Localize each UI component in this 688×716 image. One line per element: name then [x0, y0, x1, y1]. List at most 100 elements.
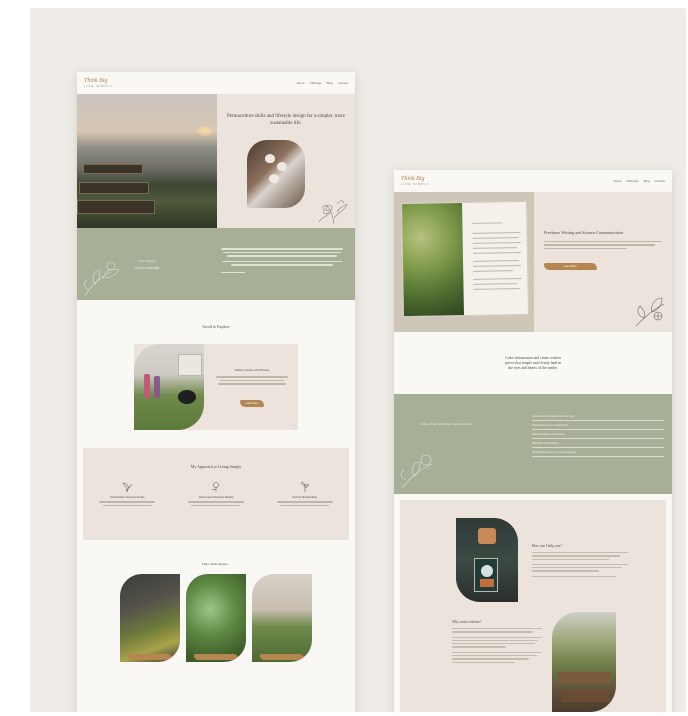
read-more-button[interactable] [260, 654, 304, 660]
body-text-line [452, 628, 542, 630]
caravan [178, 354, 202, 376]
nav-item-blog[interactable]: Blog [644, 179, 650, 183]
body-text-line [452, 639, 539, 642]
garden-bed [79, 182, 149, 194]
body-text-line [220, 379, 284, 381]
book-photo-page [402, 203, 464, 317]
leaf-sketch-icon [122, 482, 133, 493]
approach-columns: Permaculture Lifestyle Design Values-bas… [83, 481, 349, 508]
logo-tagline: LIVE SIMPLY [401, 182, 431, 186]
blog-cards [77, 574, 355, 662]
read-more-button[interactable] [128, 654, 172, 660]
nav-item-blog[interactable]: Blog [327, 81, 333, 85]
industries-kicker: Some of the industries I specialise in: [420, 422, 473, 426]
body-text-line [230, 264, 334, 266]
body-text-line [221, 248, 343, 250]
approach-col: Values-based Decision Making [181, 481, 251, 508]
body-text-line [452, 631, 533, 633]
approach-section: My Approach to Living Simply Permacultur… [83, 448, 349, 540]
blog-card-photo[interactable] [252, 574, 312, 662]
industries-band: Some of the industries I specialise in: … [394, 394, 672, 494]
explore-title: Scroll to Explore [202, 324, 230, 329]
course-photo [134, 344, 204, 430]
body-text-line [187, 501, 244, 503]
intro-value: Choose enough [134, 264, 160, 270]
body-text-line [216, 376, 288, 378]
tarot-card [474, 558, 498, 592]
dig-deeper-section: Dig a little deeper... [77, 540, 355, 662]
intro-band: Live Simply Choose enough [77, 228, 355, 300]
hero-photo-garden-beds [77, 94, 217, 228]
garlic-photo [247, 140, 305, 208]
site-header: Think Big LIVE SIMPLY About Offerings Bl… [394, 170, 672, 192]
mission-statement: I take information and create written pi… [394, 332, 672, 394]
why-text: Why work with me? [452, 620, 542, 665]
flower-sketch-icon [211, 482, 219, 492]
help-text: How can I help you? [532, 544, 628, 579]
book-text-line [473, 288, 520, 291]
hero-section: Freelance Writing and Science Communicat… [394, 192, 672, 332]
industries-list: Agriculture and regenerative farming Per… [524, 394, 672, 494]
book-text-line [473, 278, 522, 281]
botanical-illustration-icon [318, 200, 348, 225]
book-text-line [472, 222, 503, 225]
hero-text-panel: Permaculture skills and lifestyle design… [217, 94, 355, 228]
book-text-line [472, 247, 517, 250]
nav-item-offerings[interactable]: Offerings [627, 179, 639, 183]
body-text-line [532, 552, 628, 554]
book-text-line [473, 260, 520, 263]
body-text-line [223, 251, 341, 253]
body-text-line [191, 504, 241, 506]
site-nav: About Offerings Blog Contact [614, 179, 665, 183]
website-mockup-writing: Think Big LIVE SIMPLY About Offerings Bl… [394, 170, 672, 712]
garden-bed [77, 200, 155, 214]
botanical-illustration-icon [400, 454, 433, 489]
approach-col-title: Permaculture Lifestyle Design [110, 496, 145, 499]
learn-more-button[interactable]: Learn More [544, 263, 597, 270]
body-text-line [452, 655, 537, 657]
body-text-line [452, 661, 515, 663]
garden-photo [552, 612, 616, 712]
body-text-line [532, 567, 623, 569]
industry-row: Small business and creative enterprise [532, 448, 664, 457]
blog-card-photo[interactable] [186, 574, 246, 662]
nav-item-about[interactable]: About [297, 81, 305, 85]
raised-bed [558, 672, 610, 684]
dig-deeper-title: Dig a little deeper... [202, 562, 230, 566]
approach-title: My Approach to Living Simply [190, 464, 242, 469]
site-logo[interactable]: Think Big LIVE SIMPLY [401, 176, 430, 186]
sunset-glow [197, 126, 213, 136]
intro-band-body [217, 228, 355, 300]
body-text-line [532, 570, 600, 572]
body-text-line [222, 260, 342, 262]
nav-item-contact[interactable]: Contact [338, 81, 348, 85]
read-more-button[interactable] [194, 654, 238, 660]
carousel-arrow-icon[interactable]: › [294, 423, 295, 427]
explore-section: Scroll to Explore Mini Courses and Books… [77, 300, 355, 434]
blog-card-photo[interactable] [120, 574, 180, 662]
showcase-background: Think Big LIVE SIMPLY About Offerings Bl… [30, 8, 686, 712]
person-figure [144, 374, 150, 398]
cast-iron-pot [178, 390, 196, 404]
nav-item-offerings[interactable]: Offerings [310, 81, 322, 85]
botanical-illustration-icon [635, 297, 665, 327]
hero-text-panel: Freelance Writing and Science Communicat… [534, 192, 672, 332]
help-title: How can I help you? [532, 544, 562, 548]
open-book [401, 200, 529, 318]
learn-more-button[interactable]: Learn More [239, 399, 265, 407]
hero-photo-open-book [394, 192, 534, 332]
hero-section: Permaculture skills and lifestyle design… [77, 94, 355, 228]
approach-col-title: Radical Homemaking [292, 496, 317, 499]
approach-col: Radical Homemaking [270, 481, 340, 508]
intro-kicker: Live Simply [138, 258, 156, 263]
garlic-bulb [277, 162, 287, 171]
raised-bed [562, 690, 610, 702]
garlic-bulb [265, 154, 275, 163]
body-text-line [217, 383, 287, 385]
candle [478, 528, 496, 544]
nav-item-contact[interactable]: Contact [655, 179, 665, 183]
site-logo[interactable]: Think Big LIVE SIMPLY [84, 78, 113, 88]
industry-row: Agriculture and regenerative farming [532, 412, 664, 421]
person-figure [154, 376, 160, 398]
nav-item-about[interactable]: About [614, 179, 622, 183]
